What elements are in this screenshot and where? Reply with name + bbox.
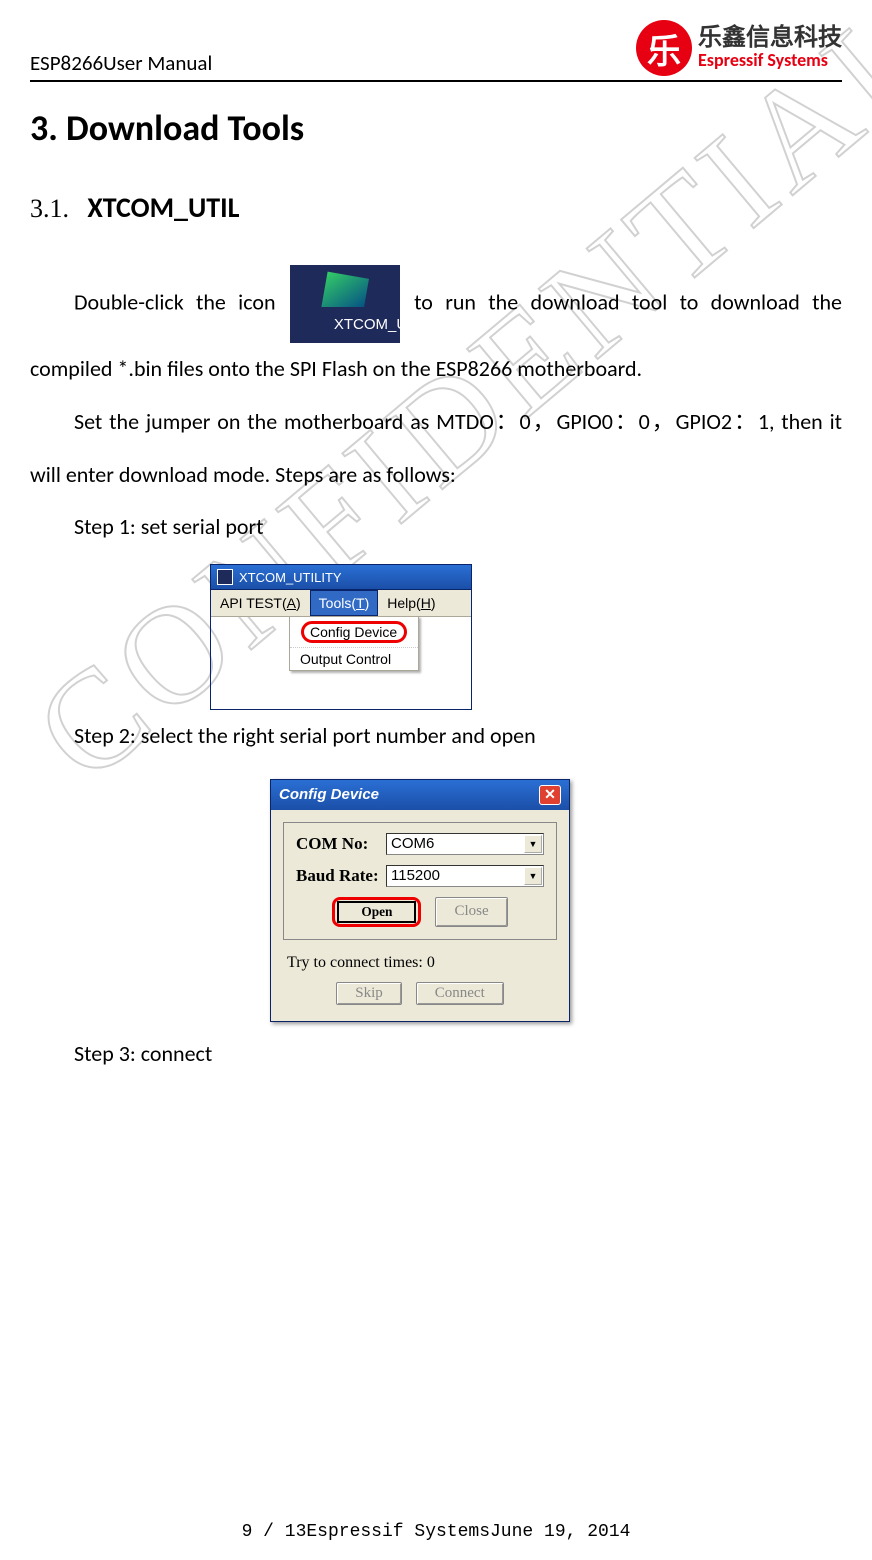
connect-button[interactable]: Connect <box>416 982 504 1005</box>
logo-mark: 乐 <box>636 20 692 76</box>
window-title: XTCOM_UTILITY <box>239 570 342 585</box>
menu-config-device[interactable]: Config Device <box>290 617 418 647</box>
brand-logo: 乐 乐鑫信息科技 Espressif Systems <box>636 20 842 76</box>
open-button[interactable]: Open <box>337 901 416 923</box>
doc-title: ESP8266User Manual <box>30 50 212 76</box>
page-footer: 9 / 13Espressif SystemsJune 19, 2014 <box>0 1522 872 1542</box>
logo-chinese: 乐鑫信息科技 <box>698 25 842 51</box>
section-title: XTCOM_UTIL <box>87 190 239 225</box>
logo-english: Espressif Systems <box>698 51 842 71</box>
skip-button[interactable]: Skip <box>336 982 402 1005</box>
page-header: ESP8266User Manual 乐 乐鑫信息科技 Espressif Sy… <box>30 20 842 82</box>
connect-attempts-text: Try to connect times: 0 <box>287 954 557 972</box>
highlight-ring: Open <box>332 897 421 927</box>
com-no-select[interactable]: COM6 <box>386 833 544 855</box>
step-2-text: Step 2: select the right serial port num… <box>30 710 842 763</box>
close-button[interactable]: Close <box>435 897 507 927</box>
icon-caption: XTCOM_UTIL <box>290 307 400 343</box>
step-1-text: Step 1: set serial port <box>30 501 842 554</box>
paragraph-2: Set the jumper on the motherboard as MTD… <box>30 396 842 502</box>
baud-rate-select[interactable]: 115200 <box>386 865 544 887</box>
heading-2: 3.1. XTCOM_UTIL <box>30 190 842 225</box>
baud-rate-label: Baud Rate: <box>296 866 386 886</box>
xtcom-util-icon: XTCOM_UTIL <box>290 265 400 343</box>
menu-help[interactable]: Help(H) <box>378 590 444 616</box>
com-no-label: COM No: <box>296 834 386 854</box>
paragraph-1: Double-click the icon XTCOM_UTIL to run … <box>30 265 842 396</box>
section-number: 3.1. <box>30 194 69 223</box>
tools-dropdown: Config Device Output Control <box>289 616 419 671</box>
dialog-title: Config Device <box>279 786 379 803</box>
highlight-ring: Config Device <box>301 621 407 643</box>
window-titlebar: XTCOM_UTILITY <box>211 565 471 589</box>
close-icon[interactable]: ✕ <box>539 785 561 805</box>
menu-api-test[interactable]: API TEST(A) <box>211 590 310 616</box>
heading-1: 3. Download Tools <box>30 106 842 150</box>
config-device-dialog: Config Device ✕ COM No: COM6 Baud Rate: … <box>270 779 570 1022</box>
xtcom-utility-window: XTCOM_UTILITY API TEST(A) Tools(T) Help(… <box>210 564 472 710</box>
com-settings-group: COM No: COM6 Baud Rate: 115200 Open Clos… <box>283 822 557 940</box>
menu-output-control[interactable]: Output Control <box>290 647 418 670</box>
dialog-titlebar: Config Device ✕ <box>271 780 569 810</box>
app-icon <box>217 569 233 585</box>
menu-tools[interactable]: Tools(T) <box>310 590 379 616</box>
menu-bar: API TEST(A) Tools(T) Help(H) <box>211 590 471 617</box>
step-3-text: Step 3: connect <box>30 1028 842 1081</box>
